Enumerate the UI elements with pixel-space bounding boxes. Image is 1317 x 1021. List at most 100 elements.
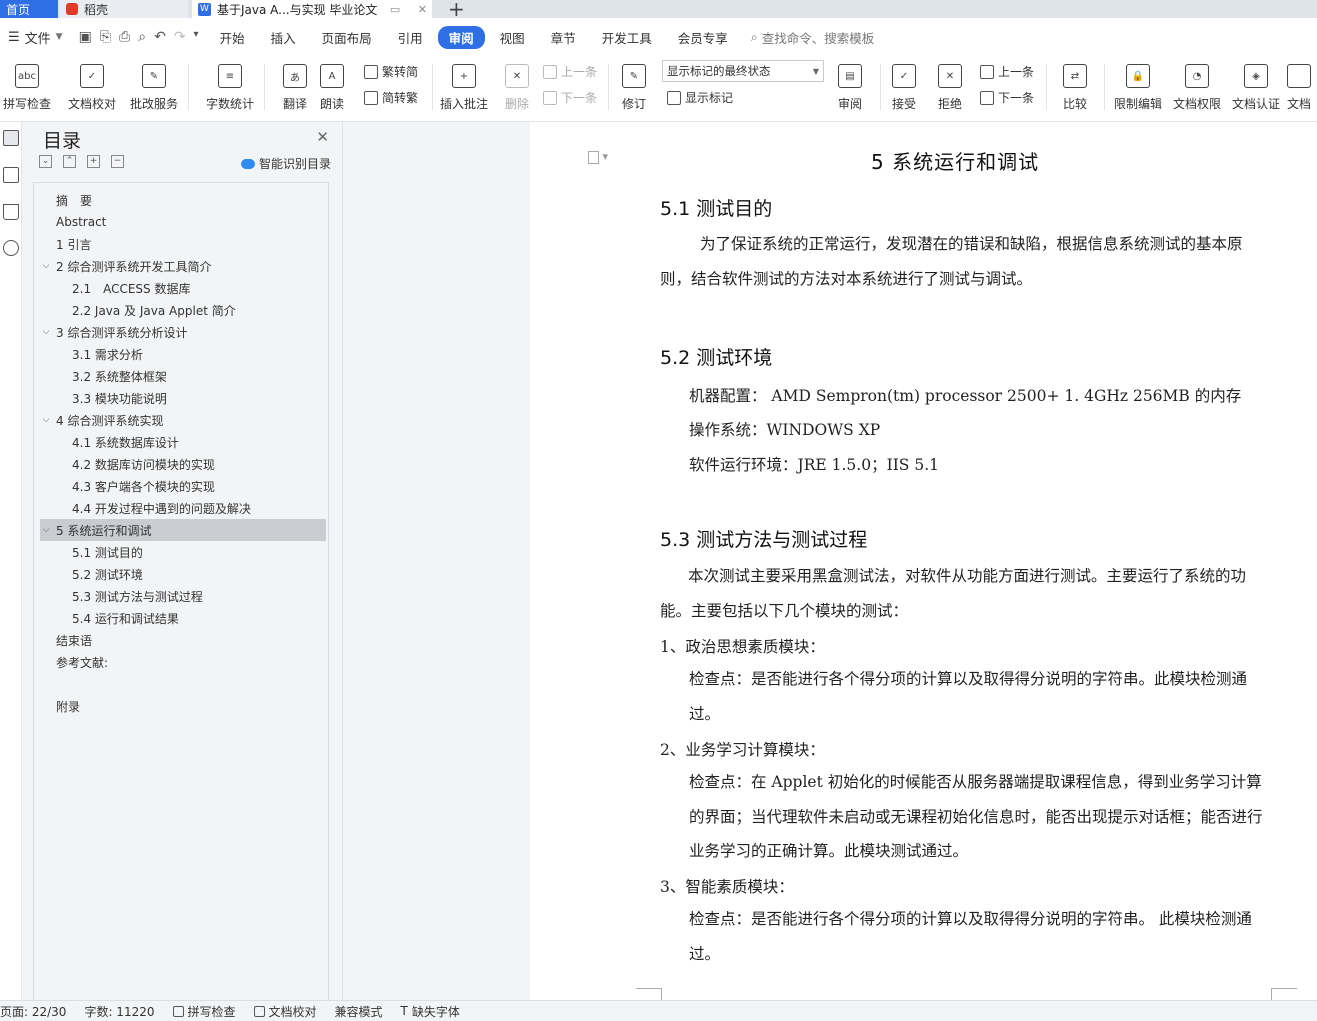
module-2-check: 检查点：在 Applet 初始化的时候能否从服务器端提取课程信息，得到业务学习计…: [689, 773, 1263, 860]
chevron-down-icon[interactable]: ⌵: [40, 415, 52, 425]
restrict-editing-button[interactable]: 🔒 限制编辑: [1108, 60, 1168, 116]
toc-item-label: 4.3 客户端各个模块的实现: [72, 479, 215, 494]
toc-item[interactable]: 摘 要: [40, 189, 326, 211]
toc-item[interactable]: 3.1 需求分析: [40, 343, 326, 365]
toc-item[interactable]: 3.2 系统整体框架: [40, 365, 326, 387]
prev-comment-button[interactable]: 上一条: [543, 63, 597, 80]
tab-layout[interactable]: 页面布局: [311, 26, 383, 49]
tab-insert[interactable]: 插入: [260, 26, 307, 49]
close-tab-icon[interactable]: ✕: [413, 3, 432, 16]
toc-item[interactable]: ⌵ 5 系统运行和调试: [40, 519, 326, 541]
bookmark-icon[interactable]: [3, 204, 19, 220]
toc-item[interactable]: 4.2 数据库访问模块的实现: [40, 453, 326, 475]
tab-view[interactable]: 视图: [489, 26, 536, 49]
toc-item[interactable]: 附录: [40, 695, 326, 717]
doc-certify-button[interactable]: ◈ 文档认证: [1226, 60, 1286, 116]
file-menu[interactable]: ☰ 文件 ▼: [0, 28, 71, 47]
toc-item[interactable]: 2.1 ACCESS 数据库: [40, 277, 326, 299]
toc-item[interactable]: 1 引言: [40, 233, 326, 255]
toc-icon[interactable]: [3, 130, 19, 146]
word-count-indicator[interactable]: 字数: 11220: [75, 1003, 163, 1020]
trad-to-simp-button[interactable]: 繁转简: [364, 63, 418, 80]
chevron-down-icon: ▼: [55, 32, 63, 42]
toc-item-label: 5 系统运行和调试: [56, 523, 152, 538]
spell-check-button[interactable]: abc 拼写检查: [0, 60, 57, 116]
tab-references[interactable]: 引用: [387, 26, 434, 49]
toc-item[interactable]: 5.3 测试方法与测试过程: [40, 585, 326, 607]
page-options-icon[interactable]: ▾: [588, 150, 608, 164]
missing-font-button[interactable]: T 缺失字体: [392, 1003, 469, 1020]
export-pdf-icon[interactable]: ⎘: [100, 29, 111, 45]
tab-section[interactable]: 章节: [540, 26, 587, 49]
doc-permission-button[interactable]: ◔ 文档权限: [1167, 60, 1227, 116]
next-change-button[interactable]: 下一条: [980, 89, 1034, 106]
next-comment-button[interactable]: 下一条: [543, 89, 597, 106]
toc-item[interactable]: ⌵ 2 综合测评系统开发工具简介: [40, 255, 326, 277]
document-page[interactable]: ▾ 5 系统运行和调试 5.1 测试目的 为了保证系统的正常运行，发现潜在的错误…: [530, 122, 1317, 1000]
tab-home[interactable]: 首页: [0, 0, 58, 18]
print-preview-icon[interactable]: ⌕: [138, 29, 146, 45]
insert-comment-button[interactable]: + 插入批注: [434, 60, 494, 116]
tab-wps[interactable]: 稻壳: [60, 0, 188, 18]
review-pane-button[interactable]: ▤ 审阅: [820, 60, 880, 116]
remove-heading-icon[interactable]: −: [111, 155, 124, 168]
toc-item[interactable]: Abstract: [40, 211, 326, 233]
toc-item[interactable]: 4.3 客户端各个模块的实现: [40, 475, 326, 497]
doc-more-icon: [1287, 64, 1311, 88]
close-icon[interactable]: ✕: [316, 128, 329, 146]
doc-more-button[interactable]: 文档: [1287, 60, 1317, 116]
chevron-down-icon[interactable]: ⌵: [40, 525, 52, 535]
read-aloud-button[interactable]: A 朗读: [302, 60, 362, 116]
toc-item[interactable]: 4.4 开发过程中遇到的问题及解决: [40, 497, 326, 519]
track-changes-button[interactable]: ✎ 修订: [604, 60, 664, 116]
pin-icon[interactable]: ▭: [385, 3, 405, 16]
tab-developer[interactable]: 开发工具: [591, 26, 663, 49]
section-nav-icon[interactable]: [3, 167, 19, 183]
chevron-down-icon[interactable]: ⌵: [40, 327, 52, 337]
save-icon[interactable]: ▣: [79, 29, 92, 45]
delete-comment-button[interactable]: ✕ 删除: [487, 60, 547, 116]
chevron-down-icon[interactable]: ⌵: [40, 261, 52, 271]
proofread-button[interactable]: ✓ 文档校对: [62, 60, 122, 116]
compare-button[interactable]: ⇄ 比较: [1045, 60, 1105, 116]
document-gutter: [342, 122, 530, 1000]
toc-item[interactable]: 5.1 测试目的: [40, 541, 326, 563]
doc-more-label: 文档: [1287, 97, 1312, 111]
tab-review[interactable]: 审阅: [437, 25, 485, 49]
toc-item[interactable]: ⌵ 4 综合测评系统实现: [40, 409, 326, 431]
word-count-button[interactable]: ≡ 字数统计: [200, 60, 260, 116]
print-icon[interactable]: ⎙: [119, 29, 130, 45]
toc-item[interactable]: 结束语: [40, 629, 326, 651]
reject-button[interactable]: ✕ 拒绝: [920, 60, 980, 116]
review-service-button[interactable]: ✎ 批改服务: [124, 60, 184, 116]
simp-to-trad-button[interactable]: 简转繁: [364, 89, 418, 106]
page-indicator[interactable]: 页面: 22/30: [0, 1003, 75, 1020]
more-icon[interactable]: ▾: [194, 29, 199, 45]
toc-item[interactable]: 4.1 系统数据库设计: [40, 431, 326, 453]
toc-item[interactable]: 5.4 运行和调试结果: [40, 607, 326, 629]
command-search[interactable]: ⌕ 查找命令、搜索模板: [751, 28, 875, 47]
tab-member[interactable]: 会员专享: [667, 26, 739, 49]
status-spell-check[interactable]: 拼写检查: [164, 1003, 245, 1020]
toc-item[interactable]: 3.3 模块功能说明: [40, 387, 326, 409]
toc-item[interactable]: ⌵ 3 综合测评系统分析设计: [40, 321, 326, 343]
prev-change-button[interactable]: 上一条: [980, 63, 1034, 80]
tab-document[interactable]: W 基于Java A...与实现 毕业论文 ▭ ✕: [192, 0, 432, 18]
tab-start[interactable]: 开始: [209, 26, 256, 49]
add-heading-icon[interactable]: +: [87, 155, 100, 168]
expand-up-icon[interactable]: ⌃: [63, 155, 76, 168]
new-tab-button[interactable]: +: [440, 0, 470, 18]
toc-item-label: 2.1 ACCESS 数据库: [72, 281, 191, 296]
smart-toc-button[interactable]: 智能识别目录: [240, 155, 331, 172]
search-icon[interactable]: [3, 240, 19, 256]
show-marks-button[interactable]: 显示标记: [667, 89, 733, 106]
display-mode-select[interactable]: 显示标记的最终状态 ▼: [662, 60, 824, 82]
toc-item[interactable]: 参考文献:: [40, 651, 326, 673]
collapse-all-icon[interactable]: ⌄: [39, 155, 52, 168]
toc-item[interactable]: 5.2 测试环境: [40, 563, 326, 585]
status-proofread[interactable]: 文档校对: [245, 1003, 326, 1020]
toc-item[interactable]: 2.2 Java 及 Java Applet 简介: [40, 299, 326, 321]
undo-icon[interactable]: ↶: [154, 29, 166, 45]
redo-icon[interactable]: ↷: [174, 29, 186, 45]
hamburger-icon: ☰: [8, 29, 20, 45]
